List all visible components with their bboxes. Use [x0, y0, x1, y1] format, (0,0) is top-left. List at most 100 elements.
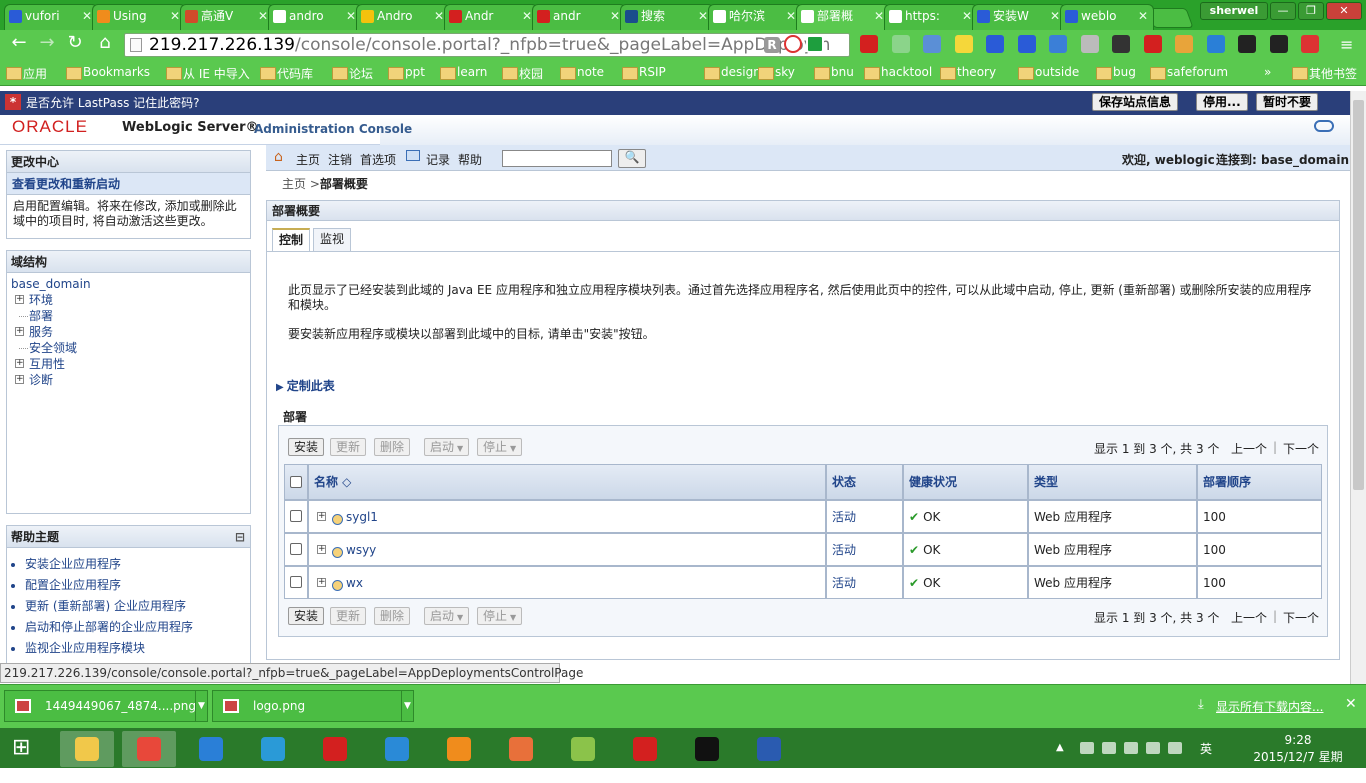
- tree-node[interactable]: 部署: [11, 308, 246, 324]
- lastpass-save-button[interactable]: 保存站点信息: [1092, 93, 1179, 111]
- back-icon[interactable]: ←: [8, 33, 30, 53]
- bookmark-item[interactable]: 应用: [4, 65, 47, 82]
- tab-close-icon[interactable]: ✕: [962, 5, 972, 27]
- extension-icon[interactable]: [986, 35, 1004, 53]
- extension-icon[interactable]: [1175, 35, 1193, 53]
- tab-close-icon[interactable]: ✕: [1138, 5, 1148, 27]
- extension-icon[interactable]: [1143, 35, 1162, 53]
- tab-close-icon[interactable]: ✕: [522, 5, 532, 27]
- bookmark-item[interactable]: learn: [438, 65, 487, 80]
- tray-icon[interactable]: [1080, 742, 1094, 754]
- taskbar-app[interactable]: [742, 731, 796, 767]
- reload-icon[interactable]: ↻: [64, 33, 86, 53]
- update-button[interactable]: 更新: [330, 607, 367, 625]
- stop-button[interactable]: 停止 ▼: [477, 438, 523, 456]
- bookmark-item[interactable]: RSIP: [620, 65, 666, 80]
- expand-icon[interactable]: +: [15, 295, 24, 304]
- bookmark-item[interactable]: safeforum: [1148, 65, 1228, 80]
- download-item[interactable]: logo.png ▼: [212, 690, 414, 722]
- extension-icon[interactable]: [923, 35, 941, 53]
- install-button[interactable]: 安装: [288, 607, 325, 625]
- table-row[interactable]: + wx: [308, 566, 826, 599]
- table-row[interactable]: + sygl1: [308, 500, 826, 533]
- pager-next[interactable]: 下一个: [1283, 609, 1319, 626]
- expand-icon[interactable]: +: [317, 512, 326, 521]
- expand-icon[interactable]: +: [317, 545, 326, 554]
- taskbar-clock[interactable]: 9:28 2015/12/7 星期一: [1248, 732, 1348, 783]
- show-all-downloads-link[interactable]: 显示所有下载内容...: [1216, 698, 1323, 715]
- tray-icon[interactable]: [1146, 742, 1160, 754]
- start-button[interactable]: 启动 ▼: [424, 438, 470, 456]
- browser-tab[interactable]: andr ✕: [532, 4, 626, 30]
- taskbar-app[interactable]: [308, 731, 362, 767]
- bookmark-item[interactable]: bnu: [812, 65, 854, 80]
- help-topic-link[interactable]: 更新 (重新部署) 企业应用程序: [25, 596, 250, 617]
- extension-icon[interactable]: [1017, 35, 1036, 53]
- pager-next[interactable]: 下一个: [1283, 440, 1319, 457]
- app-name-link[interactable]: sygl1: [346, 510, 378, 524]
- browser-tab[interactable]: 搜索 ✕: [620, 4, 714, 30]
- app-name-link[interactable]: wx: [346, 576, 363, 590]
- bookmark-item[interactable]: hacktool: [862, 65, 932, 80]
- tab-close-icon[interactable]: ✕: [1050, 5, 1060, 27]
- nav-home-link[interactable]: 主页: [296, 151, 320, 168]
- nav-record-link[interactable]: 记录: [426, 151, 450, 168]
- start-button[interactable]: 启动 ▼: [424, 607, 470, 625]
- domain-root-link[interactable]: base_domain: [11, 276, 246, 292]
- extension-icon[interactable]: [1238, 35, 1256, 53]
- select-all-checkbox[interactable]: [290, 476, 302, 488]
- browser-tab[interactable]: Andr ✕: [444, 4, 538, 30]
- nav-preferences-link[interactable]: 首选项: [360, 151, 396, 168]
- nav-logout-link[interactable]: 注销: [328, 151, 352, 168]
- bookmark-item[interactable]: theory: [938, 65, 996, 80]
- lastpass-not-now-button[interactable]: 暂时不要: [1256, 93, 1319, 111]
- row-checkbox[interactable]: [290, 510, 302, 522]
- chevron-down-icon[interactable]: ▼: [195, 691, 207, 721]
- pager-prev[interactable]: 上一个: [1231, 440, 1267, 457]
- profile-button[interactable]: sherwel: [1200, 2, 1268, 20]
- home-icon[interactable]: ⌂: [94, 33, 116, 53]
- taskbar-app[interactable]: [556, 731, 610, 767]
- extension-icon[interactable]: [891, 35, 910, 53]
- customize-table-link[interactable]: 定制此表: [276, 377, 335, 394]
- nav-help-link[interactable]: 帮助: [458, 151, 482, 168]
- tab-control[interactable]: 控制: [272, 228, 311, 251]
- bookmark-item[interactable]: bug: [1094, 65, 1136, 80]
- bookmark-item[interactable]: note: [558, 65, 604, 80]
- taskbar-app[interactable]: [680, 731, 734, 767]
- bookmark-item[interactable]: 其他书签: [1290, 65, 1357, 82]
- maximize-icon[interactable]: ❐: [1298, 2, 1324, 20]
- tray-expand-icon[interactable]: ▲: [1056, 742, 1064, 753]
- menu-icon[interactable]: ≡: [1340, 35, 1353, 54]
- browser-tab[interactable]: 高通V ✕: [180, 4, 274, 30]
- close-icon[interactable]: ✕: [1345, 696, 1357, 712]
- extension-icon[interactable]: [1112, 35, 1130, 53]
- chevron-down-icon[interactable]: ▼: [401, 691, 413, 721]
- breadcrumb-home-link[interactable]: 主页: [282, 177, 306, 191]
- browser-tab[interactable]: Using ✕: [92, 4, 186, 30]
- update-button[interactable]: 更新: [330, 438, 367, 456]
- tray-icon[interactable]: [1102, 742, 1116, 754]
- search-icon[interactable]: 🔍: [618, 149, 646, 168]
- tray-icon[interactable]: [1168, 742, 1182, 754]
- extension-icon[interactable]: [954, 35, 973, 53]
- lastpass-disable-button[interactable]: 停用...: [1196, 93, 1248, 111]
- pager-prev[interactable]: 上一个: [1231, 609, 1267, 626]
- column-header[interactable]: 健康状况: [903, 464, 1028, 500]
- help-topic-link[interactable]: 启动和停止部署的企业应用程序: [25, 617, 250, 638]
- column-header[interactable]: 名称 ◇: [308, 464, 826, 500]
- taskbar-app[interactable]: [184, 731, 238, 767]
- stop-button[interactable]: 停止 ▼: [477, 607, 523, 625]
- windows-start-icon[interactable]: ⊞: [12, 736, 38, 760]
- tab-close-icon[interactable]: ✕: [434, 5, 444, 27]
- column-header[interactable]: 部署顺序: [1197, 464, 1322, 500]
- delete-button[interactable]: 删除: [374, 438, 411, 456]
- extension-icon[interactable]: [1269, 35, 1288, 53]
- view-changes-link[interactable]: 查看更改和重新启动: [7, 173, 250, 195]
- extension-icon[interactable]: [1049, 35, 1067, 53]
- taskbar-app[interactable]: [494, 731, 548, 767]
- bookmark-item[interactable]: outside: [1016, 65, 1079, 80]
- tab-monitoring[interactable]: 监视: [313, 228, 352, 251]
- bookmark-item[interactable]: 校园: [500, 65, 543, 82]
- tab-close-icon[interactable]: ✕: [82, 5, 92, 27]
